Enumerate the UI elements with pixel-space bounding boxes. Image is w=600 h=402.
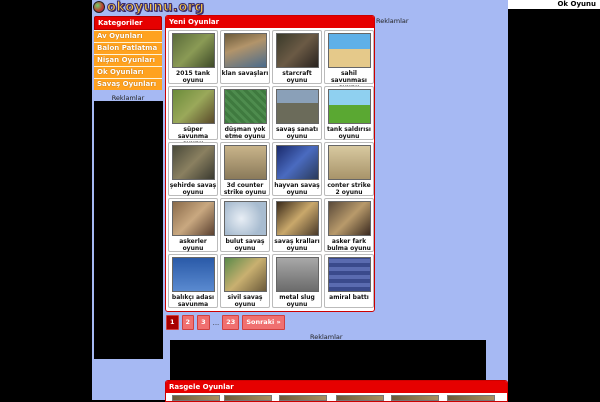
game-card[interactable]: amiral battı (324, 254, 374, 308)
game-card[interactable]: düşman yok etme oyunu (220, 86, 270, 140)
game-card[interactable]: bulut savaş oyunu (220, 198, 270, 252)
game-title[interactable]: klan savaşları (221, 70, 269, 77)
page-last-button[interactable]: 23 (222, 315, 240, 330)
game-title[interactable]: metal slug oyunu (273, 294, 321, 308)
random-games-title: Rasgele Oyunlar (166, 381, 507, 393)
game-thumbnail[interactable] (172, 201, 215, 236)
page-1-button[interactable]: 1 (166, 315, 179, 330)
logo-text: okoyunu.org (106, 0, 205, 15)
game-thumbnail[interactable] (224, 257, 267, 292)
sidebar-ad-area[interactable] (94, 101, 163, 359)
game-title[interactable]: savaş sanatı oyunu (273, 126, 321, 140)
game-thumbnail[interactable] (276, 89, 319, 124)
random-game-thumbnail[interactable] (336, 395, 384, 401)
game-thumbnail[interactable] (172, 33, 215, 68)
next-page-button[interactable]: Sonraki » (242, 315, 285, 330)
new-games-panel: Yeni Oyunlar 2015 tank oyunu klan savaşl… (165, 15, 375, 312)
game-title[interactable]: asker fark bulma oyunu (325, 238, 373, 252)
game-thumbnail[interactable] (328, 257, 371, 292)
game-thumbnail[interactable] (328, 145, 371, 180)
game-card[interactable]: savaş kralları oyunu (272, 198, 322, 252)
game-thumbnail[interactable] (224, 89, 267, 124)
game-card[interactable]: 3d counter strike oyunu (220, 142, 270, 196)
random-games-panel: Rasgele Oyunlar (165, 380, 508, 402)
page-3-button[interactable]: 3 (197, 315, 210, 330)
game-thumbnail[interactable] (276, 33, 319, 68)
game-title[interactable]: sivil savaş oyunu (221, 294, 269, 308)
game-thumbnail[interactable] (224, 145, 267, 180)
random-game-thumbnail[interactable] (447, 395, 495, 401)
logo-ball-icon (93, 1, 105, 13)
game-title[interactable]: düşman yok etme oyunu (221, 126, 269, 140)
game-card[interactable]: hayvan savaş oyunu (272, 142, 322, 196)
game-thumbnail[interactable] (224, 33, 267, 68)
game-card[interactable]: sivil savaş oyunu (220, 254, 270, 308)
game-title[interactable]: hayvan savaş oyunu (273, 182, 321, 196)
category-title: Kategoriler (94, 16, 162, 30)
pagination: 1 2 3 ... 23 Sonraki » (166, 315, 285, 330)
game-card[interactable]: balıkçı adası savunma (168, 254, 218, 308)
game-grid: 2015 tank oyunu klan savaşları starcraft… (168, 30, 374, 308)
game-card[interactable]: asker fark bulma oyunu (324, 198, 374, 252)
game-card[interactable]: şehirde savaş oyunu (168, 142, 218, 196)
game-title[interactable]: askerler oyunu (169, 238, 217, 252)
game-thumbnail[interactable] (276, 201, 319, 236)
game-title[interactable]: balıkçı adası savunma (169, 294, 217, 308)
game-thumbnail[interactable] (172, 89, 215, 124)
random-game-thumbnail[interactable] (391, 395, 439, 401)
game-title[interactable]: savaş kralları oyunu (273, 238, 321, 252)
category-item-nisan[interactable]: Nişan Oyunları (94, 54, 162, 66)
game-card[interactable]: savaş sanatı oyunu (272, 86, 322, 140)
random-game-thumbnail[interactable] (279, 395, 327, 401)
bottom-ad-area[interactable] (170, 340, 486, 380)
game-thumbnail[interactable] (328, 89, 371, 124)
game-title[interactable]: şehirde savaş oyunu (169, 182, 217, 196)
random-game-thumbnail[interactable] (224, 395, 272, 401)
random-game-thumbnail[interactable] (172, 395, 220, 401)
game-title[interactable]: starcraft oyunu (273, 70, 321, 84)
game-card[interactable]: 2015 tank oyunu (168, 30, 218, 84)
site-logo[interactable]: okoyunu.org (93, 0, 205, 15)
pagination-ellipsis: ... (212, 318, 220, 327)
game-thumbnail[interactable] (328, 33, 371, 68)
category-item-ok[interactable]: Ok Oyunları (94, 66, 162, 78)
game-title[interactable]: tank saldırısı oyunu (325, 126, 373, 140)
game-card[interactable]: tank saldırısı oyunu (324, 86, 374, 140)
new-games-title: Yeni Oyunlar (166, 16, 374, 28)
right-ad-label: Reklamlar (376, 17, 409, 25)
game-thumbnail[interactable] (172, 257, 215, 292)
category-item-av[interactable]: Av Oyunları (94, 30, 162, 42)
game-thumbnail[interactable] (172, 145, 215, 180)
game-card[interactable]: conter strike 2 oyunu (324, 142, 374, 196)
game-thumbnail[interactable] (276, 145, 319, 180)
category-sidebar: Kategoriler Av Oyunları Balon Patlatma N… (94, 16, 162, 102)
game-title[interactable]: bulut savaş oyunu (221, 238, 269, 252)
game-card[interactable]: süper savunma oyunu (168, 86, 218, 147)
game-title[interactable]: amiral battı (325, 294, 373, 301)
game-card[interactable]: askerler oyunu (168, 198, 218, 252)
game-card[interactable]: metal slug oyunu (272, 254, 322, 308)
game-thumbnail[interactable] (224, 201, 267, 236)
game-title[interactable]: 2015 tank oyunu (169, 70, 217, 84)
top-right-link[interactable]: Ok Oyunu (508, 0, 600, 9)
game-card[interactable]: klan savaşları (220, 30, 270, 84)
category-item-balon[interactable]: Balon Patlatma (94, 42, 162, 54)
game-card[interactable]: sahil savunması oyunu (324, 30, 374, 91)
category-item-savas[interactable]: Savaş Oyunları (94, 78, 162, 90)
game-thumbnail[interactable] (328, 201, 371, 236)
game-title[interactable]: conter strike 2 oyunu (325, 182, 373, 196)
game-thumbnail[interactable] (276, 257, 319, 292)
game-card[interactable]: starcraft oyunu (272, 30, 322, 84)
game-title[interactable]: 3d counter strike oyunu (221, 182, 269, 196)
page-2-button[interactable]: 2 (181, 315, 195, 330)
